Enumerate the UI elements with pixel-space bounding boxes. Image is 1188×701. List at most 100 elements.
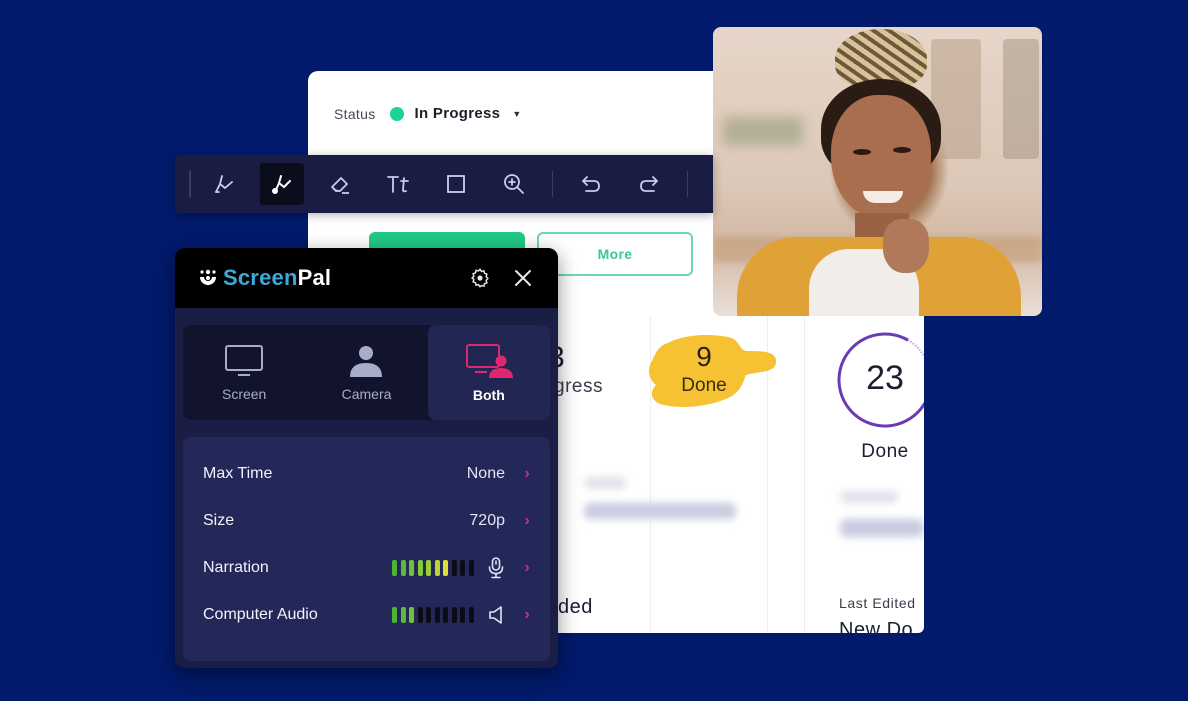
footer-left-text: ded: [558, 596, 593, 618]
close-icon: [515, 270, 531, 286]
caret-down-icon[interactable]: ▼: [512, 109, 521, 119]
setting-max-time[interactable]: Max Time None ›: [183, 450, 550, 497]
meter-bar-lit: [392, 606, 397, 623]
setting-label: Max Time: [203, 464, 273, 482]
toolbar-drag-handle[interactable]: [189, 171, 191, 197]
meter-bar-unlit: [451, 606, 457, 623]
rectangle-tool-button[interactable]: [434, 163, 478, 205]
chevron-right-icon[interactable]: ›: [521, 606, 533, 624]
recorder-header: ScreenPal: [175, 248, 558, 308]
meter-bar-lit: [392, 559, 397, 576]
annotation-toolbar: [175, 155, 713, 213]
mode-screen-button[interactable]: Screen: [183, 325, 305, 420]
stat-total-number: 23: [866, 359, 904, 397]
brand-screen: Screen: [223, 265, 298, 290]
setting-size[interactable]: Size 720p ›: [183, 497, 550, 544]
chevron-right-icon[interactable]: ›: [521, 465, 533, 483]
redo-button[interactable]: [627, 163, 671, 205]
setting-computer-audio[interactable]: Computer Audio ›: [183, 591, 550, 638]
person-hand: [883, 219, 929, 273]
setting-label: Computer Audio: [203, 605, 318, 623]
last-edited-label: Last Edited: [839, 595, 916, 611]
computer-audio-level-meter: [392, 606, 477, 623]
eraser-icon: [331, 177, 349, 194]
column-divider: [804, 316, 805, 633]
rectangle-icon: [447, 175, 465, 193]
meter-bar-unlit: [460, 606, 465, 623]
meter-bar-unlit: [434, 606, 440, 623]
status-label: Status: [334, 105, 376, 122]
text-icon: [387, 176, 409, 193]
zoom-tool-button[interactable]: [492, 163, 536, 205]
text-tool-button[interactable]: [376, 163, 420, 205]
status-dot: [389, 106, 404, 121]
cabinet: [1003, 39, 1039, 159]
person-eye: [893, 147, 911, 153]
camera-preview: [713, 27, 1042, 316]
highlighter-icon: [272, 175, 291, 194]
meter-bar-lit: [434, 559, 440, 576]
meter-bar-lit: [409, 559, 414, 576]
plant: [723, 117, 803, 145]
redo-icon: [640, 176, 658, 192]
close-button[interactable]: [510, 265, 536, 291]
monitor-person-icon: [465, 343, 513, 378]
brand-name: ScreenPal: [223, 265, 331, 291]
status-row[interactable]: Status In Progress ▼: [334, 105, 521, 122]
stat-done-label: Done: [681, 375, 727, 396]
blurred-text: [840, 491, 898, 503]
meter-bar-unlit: [426, 606, 431, 623]
last-edited-value: New Do: [839, 619, 914, 633]
blurred-text: [584, 477, 626, 489]
toolbar-separator: [552, 171, 553, 197]
setting-value: 720p: [469, 511, 505, 529]
undo-icon: [582, 176, 600, 192]
more-button[interactable]: More: [537, 232, 693, 276]
speaker-icon[interactable]: [487, 605, 505, 625]
mode-camera-button[interactable]: Camera: [305, 325, 427, 420]
meter-bar-unlit: [417, 606, 423, 623]
blurred-text: [584, 503, 736, 519]
chevron-right-icon[interactable]: ›: [521, 512, 533, 530]
setting-narration[interactable]: Narration ›: [183, 544, 550, 591]
zoom-in-icon: [504, 174, 524, 194]
microphone-icon[interactable]: [487, 556, 505, 579]
meter-bar-lit: [400, 559, 406, 576]
person-eye: [853, 149, 871, 155]
screenpal-logo: ScreenPal: [197, 265, 331, 291]
stat-done-highlight: 9 Done: [646, 329, 778, 413]
blurred-text: [840, 519, 924, 537]
person-smile: [863, 191, 903, 203]
stat-total-label: Done: [861, 441, 909, 462]
mode-camera-label: Camera: [341, 385, 392, 402]
mode-screen-label: Screen: [221, 385, 267, 402]
meter-bar-lit: [426, 559, 431, 576]
pen-tool-button[interactable]: [202, 163, 246, 205]
toolbar-separator: [687, 171, 688, 197]
setting-label: Narration: [203, 558, 269, 576]
meter-bar-lit: [400, 606, 406, 623]
settings-gear-button[interactable]: [467, 265, 493, 291]
meter-bar-unlit: [468, 559, 474, 576]
screenpal-logo-icon: [200, 269, 216, 285]
pen-icon: [215, 175, 233, 193]
meter-bar-lit: [443, 559, 448, 576]
screenpal-recorder-panel: ScreenPal Screen Camera Both Max Time No…: [175, 248, 558, 668]
meter-bar-lit: [409, 606, 414, 623]
meter-bar-unlit: [460, 559, 465, 576]
meter-bar-unlit: [443, 606, 448, 623]
highlighter-tool-button[interactable]: [260, 163, 304, 205]
recording-settings: Max Time None › Size 720p › Narration › …: [183, 437, 550, 661]
gear-icon: [471, 268, 489, 288]
undo-button[interactable]: [569, 163, 613, 205]
status-dropdown[interactable]: In Progress: [415, 105, 501, 122]
mode-both-button[interactable]: Both: [427, 325, 550, 420]
stat-in-progress-label: gress: [554, 376, 603, 397]
meter-bar-unlit: [451, 559, 457, 576]
eraser-tool-button[interactable]: [318, 163, 362, 205]
chevron-right-icon[interactable]: ›: [521, 559, 533, 577]
brand-pal: Pal: [297, 265, 332, 290]
mode-both-label: Both: [472, 386, 505, 403]
person-icon: [350, 345, 383, 377]
setting-value: None: [466, 464, 505, 482]
